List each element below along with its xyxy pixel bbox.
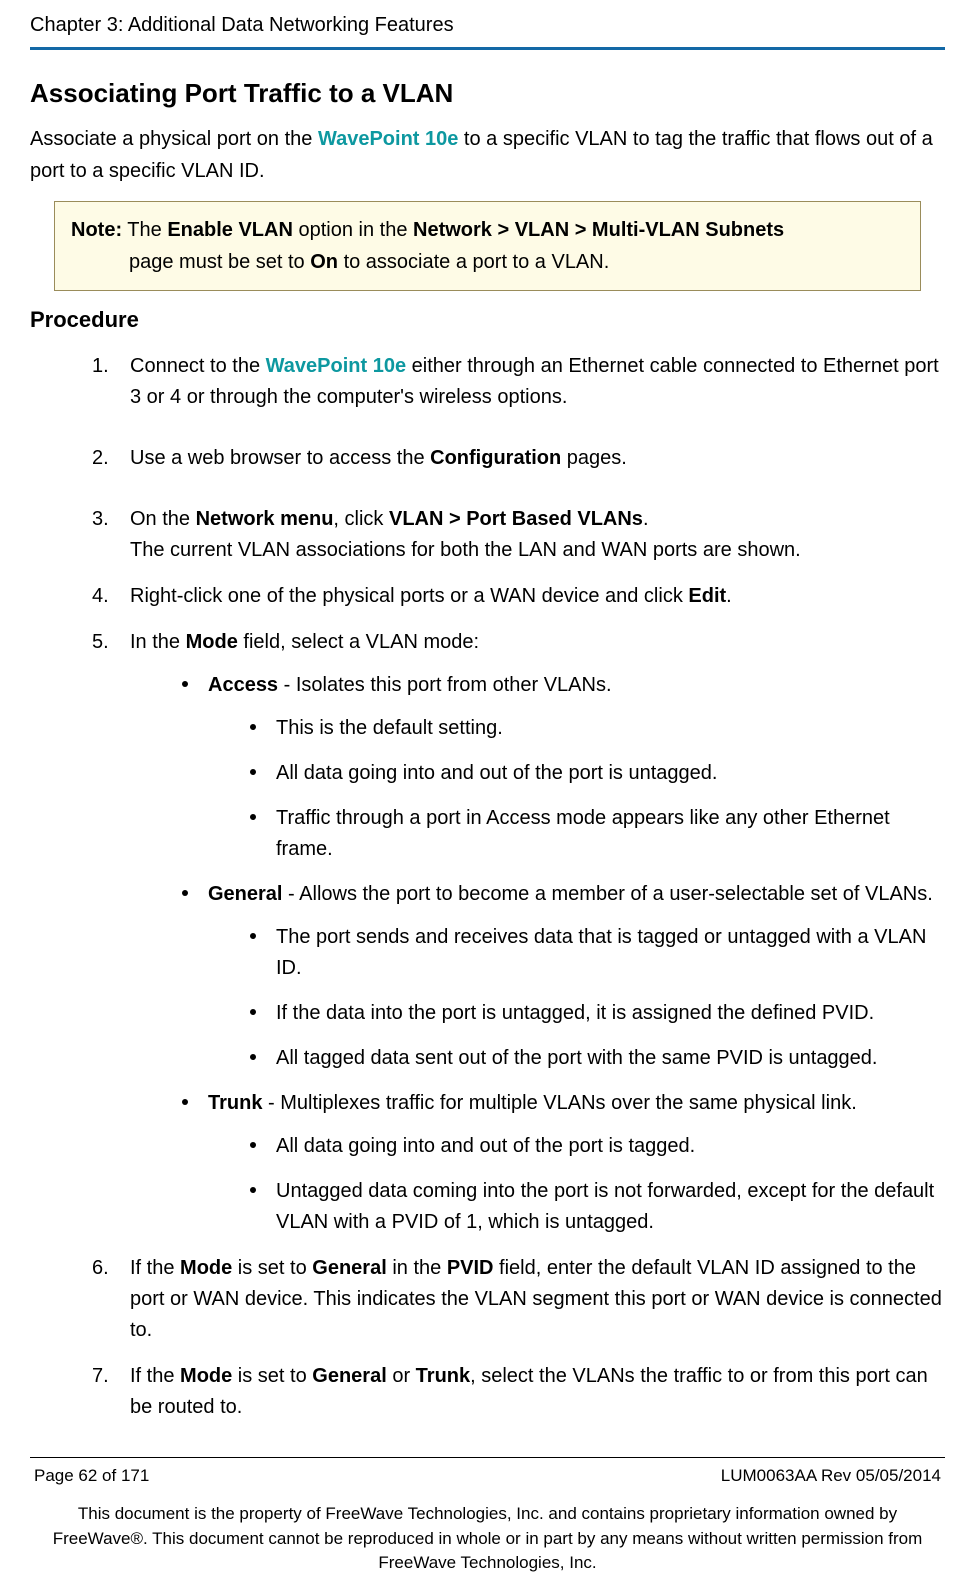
s4a: Right-click one of the physical ports or… xyxy=(130,585,688,607)
s6f: PVID xyxy=(447,1257,494,1279)
s7d: General xyxy=(312,1365,386,1387)
s7c: is set to xyxy=(232,1365,312,1387)
access-label: Access xyxy=(208,674,278,696)
mode-general: General - Allows the port to become a me… xyxy=(182,879,945,1074)
step-1: 1. Connect to the WavePoint 10e either t… xyxy=(92,351,945,413)
step-3: 3. On the Network menu, click VLAN > Por… xyxy=(92,504,945,566)
s2a: Use a web browser to access the xyxy=(130,447,430,469)
s5c: field, select a VLAN mode: xyxy=(238,631,479,653)
trunk-sub-2: Untagged data coming into the port is no… xyxy=(250,1176,945,1238)
access-sub-2: All data going into and out of the port … xyxy=(250,758,945,789)
step-num: 7. xyxy=(92,1361,109,1392)
s7b: Mode xyxy=(180,1365,232,1387)
s5a: In the xyxy=(130,631,186,653)
footer-rule xyxy=(30,1457,945,1458)
s3e: . xyxy=(643,508,649,530)
access-desc: - Isolates this port from other VLANs. xyxy=(278,674,611,696)
note-l1c: option in the xyxy=(293,219,413,241)
s4c: . xyxy=(726,585,732,607)
access-sub-3: Traffic through a port in Access mode ap… xyxy=(250,803,945,865)
step-num: 6. xyxy=(92,1253,109,1284)
access-sub-1: This is the default setting. xyxy=(250,713,945,744)
s7a: If the xyxy=(130,1365,180,1387)
step-num: 4. xyxy=(92,581,109,612)
step-2: 2. Use a web browser to access the Confi… xyxy=(92,443,945,474)
s7e: or xyxy=(387,1365,416,1387)
note-line1: Note: The Enable VLAN option in the Netw… xyxy=(71,214,904,246)
note-path: Network > VLAN > Multi-VLAN Subnets xyxy=(413,219,784,241)
step-num: 1. xyxy=(92,351,109,382)
s3a: On the xyxy=(130,508,196,530)
note-l1a: The xyxy=(122,219,167,241)
s5b: Mode xyxy=(186,631,238,653)
trunk-desc: - Multiplexes traffic for multiple VLANs… xyxy=(262,1092,856,1114)
step-6: 6. If the Mode is set to General in the … xyxy=(92,1253,945,1346)
step-num: 2. xyxy=(92,443,109,474)
step-7: 7. If the Mode is set to General or Trun… xyxy=(92,1361,945,1423)
doc-revision: LUM0063AA Rev 05/05/2014 xyxy=(721,1466,941,1486)
mode-trunk: Trunk - Multiplexes traffic for multiple… xyxy=(182,1088,945,1238)
general-sub-2: If the data into the port is untagged, i… xyxy=(250,998,945,1029)
s2b: Configuration xyxy=(430,447,561,469)
general-sub-3: All tagged data sent out of the port wit… xyxy=(250,1043,945,1074)
general-label: General xyxy=(208,883,282,905)
access-subs: This is the default setting. All data go… xyxy=(208,713,945,865)
header-rule xyxy=(30,47,945,50)
trunk-label: Trunk xyxy=(208,1092,262,1114)
step-num: 5. xyxy=(92,627,109,658)
s6a: If the xyxy=(130,1257,180,1279)
footer-legal: This document is the property of FreeWav… xyxy=(30,1502,945,1586)
procedure-list: 1. Connect to the WavePoint 10e either t… xyxy=(30,351,945,1423)
s4b: Edit xyxy=(688,585,726,607)
wavepoint-link-2[interactable]: WavePoint 10e xyxy=(266,355,406,377)
s6e: in the xyxy=(387,1257,447,1279)
procedure-title: Procedure xyxy=(30,307,945,333)
step-5: 5. In the Mode field, select a VLAN mode… xyxy=(92,627,945,1238)
step-num: 3. xyxy=(92,504,109,535)
general-subs: The port sends and receives data that is… xyxy=(208,922,945,1074)
note-label: Note: xyxy=(71,219,122,241)
page-number: Page 62 of 171 xyxy=(34,1466,149,1486)
note-l2a: page must be set to xyxy=(129,251,310,273)
s6c: is set to xyxy=(232,1257,312,1279)
note-l2c: to associate a port to a VLAN. xyxy=(338,251,609,273)
general-desc: - Allows the port to become a member of … xyxy=(282,883,932,905)
mode-access: Access - Isolates this port from other V… xyxy=(182,670,945,865)
s3d: VLAN > Port Based VLANs xyxy=(389,508,643,530)
note-on: On xyxy=(310,251,338,273)
section-title: Associating Port Traffic to a VLAN xyxy=(30,78,945,109)
s6d: General xyxy=(312,1257,386,1279)
general-sub-1: The port sends and receives data that is… xyxy=(250,922,945,984)
s6b: Mode xyxy=(180,1257,232,1279)
step-4: 4. Right-click one of the physical ports… xyxy=(92,581,945,612)
s3b: Network menu xyxy=(196,508,334,530)
note-line2: page must be set to On to associate a po… xyxy=(71,246,904,278)
note-box: Note: The Enable VLAN option in the Netw… xyxy=(54,201,921,291)
footer-row: Page 62 of 171 LUM0063AA Rev 05/05/2014 xyxy=(30,1466,945,1486)
wavepoint-link[interactable]: WavePoint 10e xyxy=(318,128,458,150)
s3-line2: The current VLAN associations for both t… xyxy=(130,535,945,566)
intro-paragraph: Associate a physical port on the WavePoi… xyxy=(30,123,945,187)
note-enable-vlan: Enable VLAN xyxy=(167,219,293,241)
s3c: , click xyxy=(333,508,389,530)
chapter-title: Chapter 3: Additional Data Networking Fe… xyxy=(30,14,945,37)
intro-pre: Associate a physical port on the xyxy=(30,128,318,150)
s7f: Trunk xyxy=(416,1365,470,1387)
trunk-sub-1: All data going into and out of the port … xyxy=(250,1131,945,1162)
s1a: Connect to the xyxy=(130,355,266,377)
mode-list: Access - Isolates this port from other V… xyxy=(130,670,945,1238)
s2c: pages. xyxy=(561,447,627,469)
trunk-subs: All data going into and out of the port … xyxy=(208,1131,945,1238)
